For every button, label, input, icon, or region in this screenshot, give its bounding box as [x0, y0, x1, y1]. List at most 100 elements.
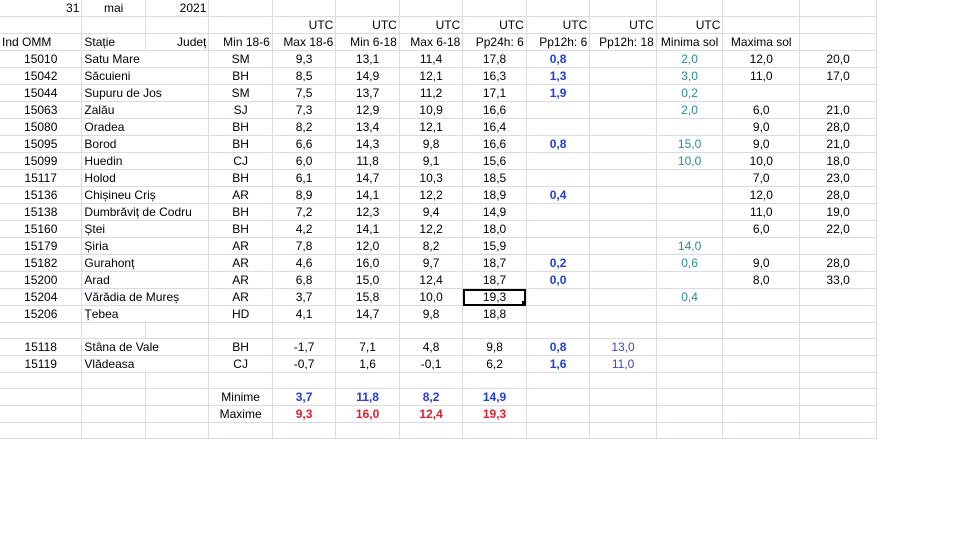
maxima-sol[interactable]: 21,0 — [799, 101, 877, 119]
max-6-18[interactable]: 16,3 — [462, 67, 527, 85]
column-header[interactable]: Min 18-6 — [208, 33, 273, 51]
cell[interactable] — [589, 405, 657, 423]
cell[interactable] — [0, 16, 83, 34]
cell[interactable] — [81, 422, 146, 439]
station-id[interactable]: 15042 — [0, 67, 83, 85]
cell[interactable] — [0, 388, 83, 406]
max-18-6[interactable]: 13,7 — [335, 84, 400, 102]
min-18-6[interactable]: 9,3 — [272, 50, 337, 68]
cell[interactable] — [272, 422, 337, 439]
station-name[interactable]: Țebea — [81, 305, 210, 323]
min-18-6[interactable]: 6,8 — [272, 271, 337, 289]
pp12h-18[interactable]: 0,4 — [656, 288, 724, 306]
minima-sol[interactable]: 12,0 — [722, 50, 801, 68]
county[interactable]: AR — [208, 288, 273, 306]
pp12h-6[interactable]: 11,0 — [589, 355, 657, 373]
pp12h-18[interactable]: 0,6 — [656, 254, 724, 272]
min-6-18[interactable]: 9,4 — [399, 203, 464, 221]
pp12h-18[interactable]: 10,0 — [656, 152, 724, 170]
min-6-18[interactable]: 8,2 — [399, 237, 464, 255]
max-6-18[interactable]: 18,5 — [462, 169, 527, 187]
summary-max-value[interactable]: 19,3 — [462, 405, 527, 423]
station-id[interactable]: 15063 — [0, 101, 83, 119]
pp24h[interactable]: 0,4 — [526, 186, 591, 204]
utc-label[interactable]: UTC — [335, 16, 400, 34]
max-18-6[interactable]: 14,1 — [335, 220, 400, 238]
min-6-18[interactable]: 12,1 — [399, 67, 464, 85]
max-18-6[interactable]: 12,9 — [335, 101, 400, 119]
min-6-18[interactable]: 9,7 — [399, 254, 464, 272]
maxima-sol[interactable] — [799, 288, 877, 306]
station-name[interactable]: Holod — [81, 169, 210, 187]
maxima-sol[interactable] — [799, 305, 877, 323]
min-18-6[interactable]: 7,2 — [272, 203, 337, 221]
station-name[interactable]: Huedin — [81, 152, 210, 170]
min-6-18[interactable]: 12,2 — [399, 186, 464, 204]
pp12h-18[interactable] — [656, 186, 724, 204]
max-6-18[interactable]: 18,9 — [462, 186, 527, 204]
cell[interactable] — [272, 372, 337, 389]
pp12h-18[interactable]: 2,0 — [656, 50, 724, 68]
cell[interactable] — [208, 372, 273, 389]
cell[interactable] — [799, 16, 877, 34]
cell[interactable] — [656, 405, 724, 423]
min-18-6[interactable]: 7,3 — [272, 101, 337, 119]
cell[interactable] — [0, 405, 83, 423]
min-18-6[interactable]: 8,2 — [272, 118, 337, 136]
column-header[interactable]: Max 6-18 — [399, 33, 464, 51]
date-year[interactable]: 2021 — [145, 0, 210, 17]
county[interactable]: AR — [208, 186, 273, 204]
county[interactable]: CJ — [208, 355, 273, 373]
column-header[interactable]: Minima sol — [656, 33, 724, 51]
cell[interactable] — [526, 0, 591, 17]
pp12h-6[interactable] — [589, 135, 657, 153]
pp12h-18[interactable] — [656, 220, 724, 238]
column-header[interactable]: Pp24h: 6 — [462, 33, 527, 51]
max-6-18[interactable]: 16,6 — [462, 101, 527, 119]
cell[interactable] — [589, 0, 657, 17]
pp24h[interactable] — [526, 169, 591, 187]
pp24h[interactable]: 0,8 — [526, 338, 591, 356]
county[interactable]: BH — [208, 135, 273, 153]
pp24h[interactable]: 1,3 — [526, 67, 591, 85]
min-18-6[interactable]: 8,9 — [272, 186, 337, 204]
max-6-18[interactable]: 9,8 — [462, 338, 527, 356]
cell[interactable] — [272, 0, 337, 17]
pp12h-6[interactable] — [589, 101, 657, 119]
station-id[interactable]: 15160 — [0, 220, 83, 238]
station-name[interactable]: Vlădeasa — [81, 355, 210, 373]
cell[interactable] — [208, 422, 273, 439]
cell[interactable] — [208, 322, 273, 339]
max-6-18[interactable]: 18,0 — [462, 220, 527, 238]
min-18-6[interactable]: 4,2 — [272, 220, 337, 238]
station-name[interactable]: Săcuieni — [81, 67, 210, 85]
summary-min-value[interactable]: 14,9 — [462, 388, 527, 406]
cell[interactable] — [399, 372, 464, 389]
summary-min-value[interactable]: 8,2 — [399, 388, 464, 406]
station-id[interactable]: 15010 — [0, 50, 83, 68]
station-name[interactable]: Arad — [81, 271, 210, 289]
cell[interactable] — [722, 422, 801, 439]
cell[interactable] — [656, 388, 724, 406]
cell[interactable] — [656, 372, 724, 389]
utc-label[interactable]: UTC — [656, 16, 724, 34]
min-6-18[interactable]: 11,2 — [399, 84, 464, 102]
county[interactable]: AR — [208, 237, 273, 255]
cell[interactable] — [145, 322, 210, 339]
maxima-sol[interactable] — [799, 338, 877, 356]
pp24h[interactable]: 0,8 — [526, 135, 591, 153]
cell[interactable] — [589, 422, 657, 439]
maxima-sol[interactable]: 22,0 — [799, 220, 877, 238]
station-id[interactable]: 15136 — [0, 186, 83, 204]
pp24h[interactable] — [526, 152, 591, 170]
cell[interactable] — [799, 388, 877, 406]
max-6-18[interactable]: 6,2 — [462, 355, 527, 373]
pp12h-18[interactable] — [656, 203, 724, 221]
min-18-6[interactable]: 7,8 — [272, 237, 337, 255]
min-18-6[interactable]: 6,6 — [272, 135, 337, 153]
maxima-sol[interactable] — [799, 355, 877, 373]
cell[interactable] — [722, 388, 801, 406]
station-name[interactable]: Stâna de Vale — [81, 338, 210, 356]
cell[interactable] — [81, 372, 146, 389]
min-18-6[interactable]: 3,7 — [272, 288, 337, 306]
